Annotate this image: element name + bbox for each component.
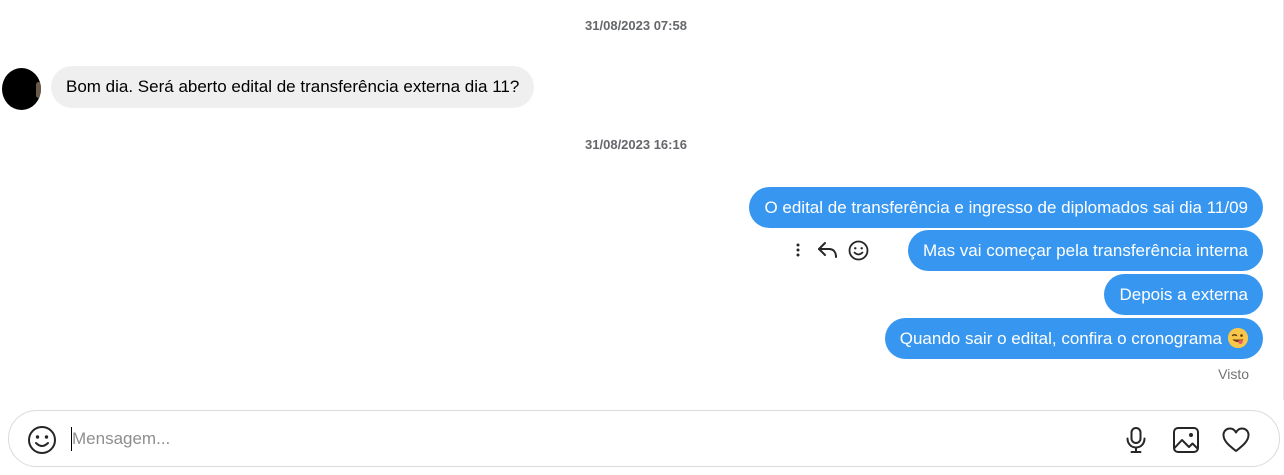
- incoming-message[interactable]: Bom dia. Será aberto edital de transferê…: [51, 66, 535, 108]
- message-composer: [8, 410, 1280, 467]
- seen-status: Visto: [1218, 366, 1249, 382]
- message-actions: [786, 237, 870, 263]
- outgoing-message[interactable]: O edital de transferência e ingresso de …: [749, 187, 1263, 228]
- outgoing-message[interactable]: Quando sair o edital, confira o cronogra…: [884, 318, 1263, 359]
- heart-icon[interactable]: [1220, 424, 1252, 456]
- outgoing-message[interactable]: Depois a externa: [1104, 274, 1263, 315]
- message-timestamp: 31/08/2023 16:16: [585, 137, 687, 152]
- chat-thread: 31/08/2023 07:58 Bom dia. Será aberto ed…: [0, 0, 1284, 475]
- avatar[interactable]: [2, 68, 41, 110]
- react-emoji-icon[interactable]: [846, 238, 870, 262]
- outgoing-message-text: Quando sair o edital, confira o cronogra…: [899, 329, 1222, 348]
- message-input[interactable]: [72, 423, 1072, 455]
- image-icon[interactable]: [1170, 424, 1202, 456]
- microphone-icon[interactable]: [1120, 424, 1152, 456]
- message-timestamp: 31/08/2023 07:58: [585, 18, 687, 33]
- outgoing-message[interactable]: Mas vai começar pela transferência inter…: [907, 230, 1263, 271]
- emoji-icon[interactable]: [26, 424, 58, 456]
- winking-face-with-tongue-icon: [1228, 327, 1248, 348]
- more-icon[interactable]: [786, 238, 810, 262]
- reply-icon[interactable]: [816, 238, 840, 262]
